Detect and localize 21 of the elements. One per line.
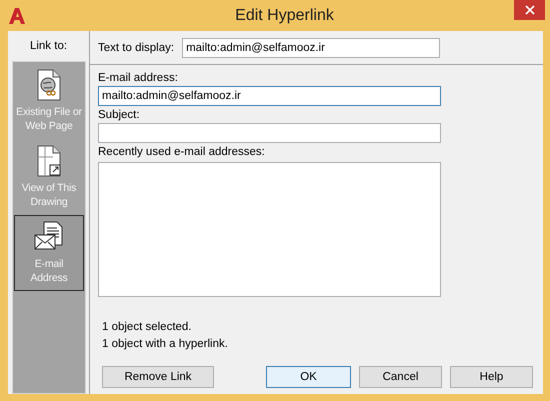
globe-document-icon	[36, 69, 62, 101]
app-logo-icon	[8, 6, 26, 24]
default-button[interactable]: OK	[266, 366, 351, 388]
shortcut-document-icon	[36, 145, 62, 177]
field-label: Recently used e-mail addresses:	[98, 146, 265, 158]
dialog-button[interactable]: Cancel	[359, 366, 442, 388]
text-to-display-field[interactable]: mailto:admin@selfamooz.ir	[182, 38, 440, 58]
status-text: 1 object with a hyperlink.	[102, 338, 229, 350]
field-label: Text to display:	[98, 42, 174, 54]
link-to-label: Link to:	[30, 40, 68, 52]
dialog-button[interactable]: Remove Link	[102, 366, 214, 388]
close-button[interactable]	[514, 0, 545, 20]
window-title: Edit Hyperlink	[235, 6, 334, 24]
recent-addresses-list[interactable]	[98, 162, 441, 297]
dialog-button[interactable]: Help	[450, 366, 533, 388]
close-icon	[524, 5, 534, 15]
field-label: E-mail address:	[98, 72, 178, 84]
subject-field[interactable]	[98, 123, 441, 143]
status-text: 1 object selected.	[102, 321, 193, 333]
field-label: Subject:	[98, 108, 140, 120]
email-address-field[interactable]: mailto:admin@selfamooz.ir	[98, 86, 441, 106]
